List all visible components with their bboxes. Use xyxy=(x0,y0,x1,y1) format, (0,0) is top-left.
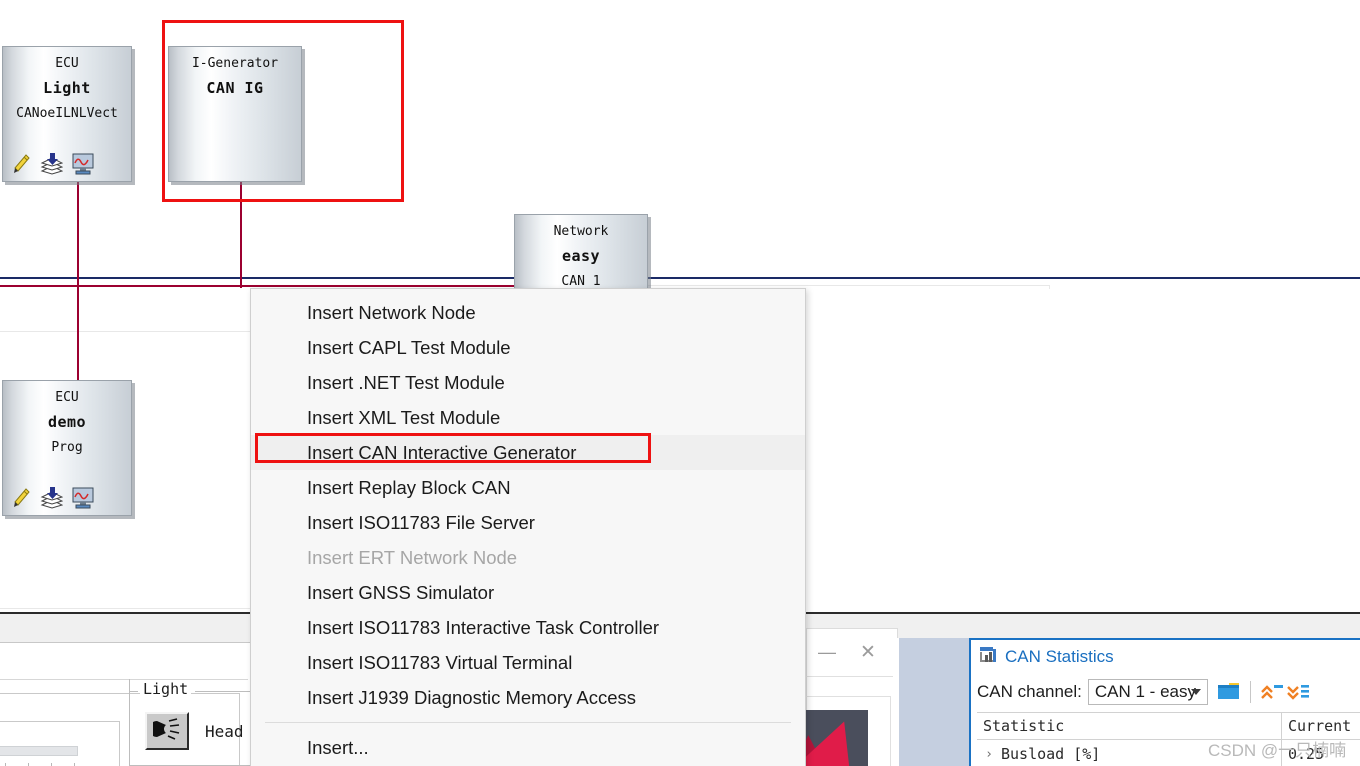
pencil-icon[interactable] xyxy=(11,153,31,175)
node-type-label: Network xyxy=(553,225,609,238)
node-type-label: ECU xyxy=(55,391,79,404)
stack-icon[interactable] xyxy=(39,153,63,175)
column-header-statistic[interactable]: Statistic xyxy=(977,713,1282,739)
menu-separator xyxy=(265,722,791,723)
menu-item: Insert ERT Network Node xyxy=(307,547,518,568)
node-ecu-light[interactable]: ECU Light CANoeILNLVect xyxy=(2,46,132,182)
can-statistics-window[interactable]: CAN Statistics CAN channel: CAN 1 - easy xyxy=(969,638,1360,766)
context-menu-items: Insert Network Node Insert CAPL Test Modu… xyxy=(251,295,805,766)
menu-item[interactable]: Insert ISO11783 File Server xyxy=(251,505,805,540)
node-name-label: demo xyxy=(47,415,87,430)
menu-item[interactable]: Insert ISO11783 Interactive Task Control… xyxy=(251,610,805,645)
bar-chart-icon xyxy=(979,646,999,669)
node-type-label: I-Generator xyxy=(191,57,279,70)
node-sub-label: CANoeILNLVect xyxy=(16,107,118,120)
expand-all-icon[interactable] xyxy=(1285,679,1311,705)
bus-line-navy xyxy=(0,277,1360,279)
canvas-guide xyxy=(1049,285,1050,289)
node-type-label: ECU xyxy=(55,57,79,70)
headlight-icon xyxy=(149,717,181,745)
menu-item[interactable]: Insert GNSS Simulator xyxy=(251,575,805,610)
can-channel-select[interactable]: CAN 1 - easy xyxy=(1087,679,1208,705)
table-header-row: Statistic Current xyxy=(977,712,1360,740)
node-drop-line xyxy=(77,286,79,382)
panel-gap-highlight xyxy=(899,638,969,766)
headlight-toggle-button[interactable] xyxy=(145,712,189,750)
menu-item[interactable]: Insert Network Node xyxy=(251,295,805,330)
monitor-waveform-icon[interactable] xyxy=(71,153,95,175)
can-statistics-table[interactable]: Statistic Current › Busload [%] 0.25 xyxy=(977,712,1360,766)
stack-icon[interactable] xyxy=(39,487,63,509)
statistic-cell: › Busload [%] xyxy=(977,740,1282,766)
menu-item[interactable]: Insert .NET Test Module xyxy=(251,365,805,400)
node-name-label: Light xyxy=(43,81,91,96)
monitor-waveform-icon[interactable] xyxy=(71,487,95,509)
headlight-button-label: Head xyxy=(205,722,244,741)
insert-context-menu[interactable]: Insert Network Node Insert CAPL Test Modu… xyxy=(250,288,806,766)
row-expander-icon[interactable]: › xyxy=(977,747,1001,762)
canvas-guide xyxy=(0,608,250,609)
menu-item[interactable]: Insert CAN Interactive Generator xyxy=(251,435,805,470)
toolbar-separator xyxy=(1249,681,1251,703)
can-channel-label: CAN channel: xyxy=(977,682,1082,701)
graphic-shard xyxy=(806,710,868,766)
current-value-cell: 0.25 xyxy=(1288,745,1325,763)
chevron-down-icon xyxy=(1190,689,1201,695)
node-drop-line xyxy=(240,182,242,288)
pencil-icon[interactable] xyxy=(11,487,31,509)
can-statistics-toolbar: CAN channel: CAN 1 - easy xyxy=(977,676,1360,708)
node-name-label: CAN IG xyxy=(206,81,264,96)
table-row[interactable]: › Busload [%] 0.25 xyxy=(977,740,1360,766)
menu-item[interactable]: Insert... xyxy=(251,730,805,765)
mid-panel-graphic xyxy=(806,710,868,766)
light-group-border xyxy=(129,691,138,692)
can-channel-value: CAN 1 - easy xyxy=(1094,682,1196,701)
menu-item[interactable]: Insert ISO11783 Virtual Terminal xyxy=(251,645,805,680)
column-header-current[interactable]: Current xyxy=(1282,713,1360,739)
node-icon-row xyxy=(11,487,95,509)
statistic-name: Busload [%] xyxy=(1001,745,1101,763)
menu-item[interactable]: Insert CAPL Test Module xyxy=(251,330,805,365)
close-icon[interactable]: ✕ xyxy=(859,643,877,662)
slider-track[interactable] xyxy=(0,746,78,756)
menu-item[interactable]: Insert Replay Block CAN xyxy=(251,470,805,505)
node-sub-label: CAN 1 xyxy=(561,275,601,288)
collapse-all-icon[interactable] xyxy=(1259,679,1285,705)
folder-icon[interactable] xyxy=(1216,679,1242,705)
minimize-button[interactable]: — xyxy=(817,643,837,661)
panel-frame-inner xyxy=(0,721,120,766)
node-sub-label: Prog xyxy=(51,441,83,454)
menu-item[interactable]: Insert XML Test Module xyxy=(251,400,805,435)
node-ecu-demo[interactable]: ECU demo Prog xyxy=(2,380,132,516)
node-icon-row xyxy=(11,153,95,175)
node-drop-line xyxy=(77,182,79,286)
app-window: ECU Light CANoeILNLVect I-Generator CAN … xyxy=(0,0,1360,766)
can-statistics-titlebar: CAN Statistics xyxy=(971,640,1360,674)
light-group-title: Light xyxy=(140,680,192,698)
can-statistics-title: CAN Statistics xyxy=(1005,647,1114,666)
node-name-label: easy xyxy=(561,249,601,264)
menu-item[interactable]: Insert J1939 Diagnostic Memory Access xyxy=(251,680,805,715)
node-igenerator-can-ig[interactable]: I-Generator CAN IG xyxy=(168,46,302,182)
